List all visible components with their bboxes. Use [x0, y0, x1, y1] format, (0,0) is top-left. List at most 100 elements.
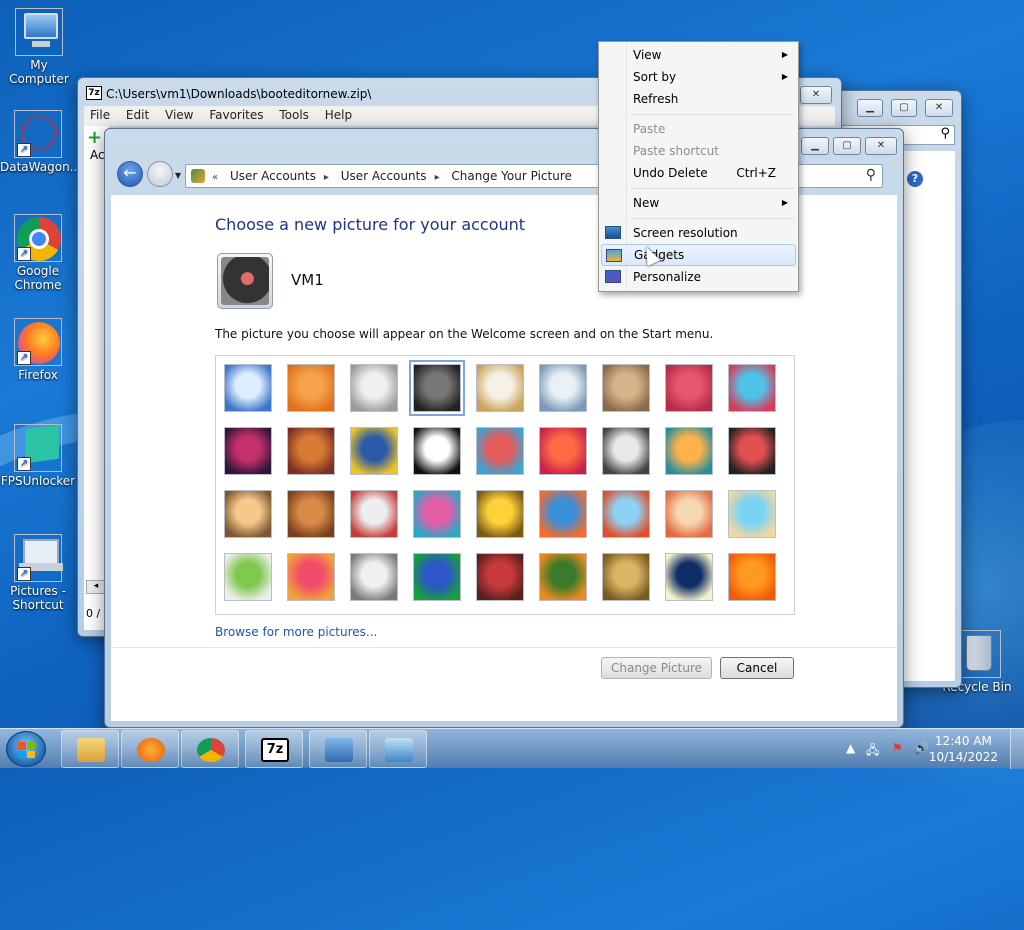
menu-item-undo-delete[interactable]: Undo Delete Ctrl+Z [601, 162, 796, 184]
close-button[interactable]: ✕ [925, 99, 953, 117]
picture-turntable[interactable] [409, 360, 465, 416]
menu-help[interactable]: Help [319, 106, 358, 122]
picture-kitten[interactable] [602, 364, 650, 412]
breadcrumb-user-accounts-2[interactable]: User Accounts [341, 169, 427, 183]
action-center-icon[interactable]: ⚑ [892, 741, 903, 755]
picture-sailboat[interactable] [728, 490, 776, 538]
picture-border-collie[interactable] [413, 427, 461, 475]
menu-favorites[interactable]: Favorites [203, 106, 269, 122]
picture-silk[interactable] [287, 553, 335, 601]
picture-daisy[interactable] [728, 553, 776, 601]
picture-doll[interactable] [665, 490, 713, 538]
picture-lighthouse[interactable] [665, 553, 713, 601]
desktop-icon-pictures-shortcut[interactable]: ↗ Pictures - Shortcut [0, 534, 76, 612]
picture-metal-jacks[interactable] [602, 427, 650, 475]
menu-view[interactable]: View [159, 106, 199, 122]
breadcrumb-user-accounts[interactable]: User Accounts [230, 169, 316, 183]
picture-list [215, 355, 795, 615]
forward-button[interactable] [147, 161, 173, 187]
menu-tools[interactable]: Tools [273, 106, 315, 122]
network-icon[interactable]: 🖧 [866, 741, 879, 762]
menu-file[interactable]: File [84, 106, 116, 122]
picture-basket[interactable] [602, 553, 650, 601]
picture-lucky-cat[interactable] [476, 364, 524, 412]
cancel-button[interactable]: Cancel [720, 657, 794, 679]
picture-robot-toy[interactable] [350, 364, 398, 412]
desktop-icon-google-chrome[interactable]: ↗ Google Chrome [0, 214, 76, 292]
close-button[interactable]: ✕ [800, 86, 832, 104]
desktop-icon-firefox[interactable]: ↗ Firefox [0, 318, 76, 382]
picture-starfish[interactable] [287, 364, 335, 412]
menu-item-sort-by[interactable]: Sort by ▶ [601, 66, 796, 88]
picture-fabric[interactable] [287, 427, 335, 475]
scroll-left-button[interactable]: ◂ [86, 580, 106, 594]
search-icon[interactable]: ⚲ [866, 167, 876, 183]
taskbar-file-explorer[interactable] [61, 730, 119, 768]
taskbar-7zip[interactable]: 7z [245, 730, 303, 768]
picture-butterfly[interactable] [539, 553, 587, 601]
turntable-picture [221, 257, 269, 305]
browse-more-pictures-link[interactable]: Browse for more pictures... [215, 625, 377, 639]
minimize-button[interactable]: ▁ [857, 99, 883, 117]
close-button[interactable]: ✕ [865, 137, 897, 155]
picture-marbles[interactable] [350, 553, 398, 601]
picture-balloon[interactable] [602, 490, 650, 538]
maximize-button[interactable]: ▢ [891, 99, 917, 117]
menu-item-new[interactable]: New ▶ [601, 192, 796, 214]
picture-window[interactable] [413, 553, 461, 601]
control-panel-icon [325, 738, 353, 762]
picture-leaf[interactable] [350, 427, 398, 475]
computer-icon [15, 8, 63, 56]
menu-edit[interactable]: Edit [120, 106, 155, 122]
submenu-arrow-icon: ▶ [781, 50, 788, 59]
picture-sunflower[interactable] [476, 490, 524, 538]
picture-scarf[interactable] [413, 490, 461, 538]
taskbar-control-panel[interactable] [309, 730, 367, 768]
picture-stairs[interactable] [665, 427, 713, 475]
shortcut-arrow-icon: ↗ [17, 247, 31, 261]
menu-item-gadgets[interactable]: Gadgets [601, 244, 796, 266]
picture-star-lantern[interactable] [539, 427, 587, 475]
taskbar-media-player[interactable] [121, 730, 179, 768]
desktop-icon-fpsunlocker[interactable]: ↗ FPSUnlocker [0, 424, 76, 488]
picture-tin-robot[interactable] [350, 490, 398, 538]
picture-rollercoaster[interactable] [224, 364, 272, 412]
recent-pages-dropdown[interactable]: ▼ [175, 171, 183, 180]
maximize-button[interactable]: ▢ [833, 137, 861, 155]
taskbar-chrome[interactable] [181, 730, 239, 768]
menu-item-screen-resolution[interactable]: Screen resolution [601, 222, 796, 244]
picture-flower[interactable] [665, 364, 713, 412]
desktop-icon-datawagon[interactable]: ↗ DataWagon... [0, 110, 81, 174]
taskbar-pictures[interactable] [369, 730, 427, 768]
change-picture-button[interactable]: Change Picture [601, 657, 712, 679]
picture-paper-crane[interactable] [728, 427, 776, 475]
clock[interactable]: 12:40 AM 10/14/2022 [929, 733, 998, 765]
picture-ball[interactable] [224, 427, 272, 475]
menu-item-paste-shortcut[interactable]: Paste shortcut [601, 140, 796, 162]
page-title: Choose a new picture for your account [215, 215, 526, 234]
picture-fish[interactable] [539, 490, 587, 538]
help-icon[interactable]: ? [907, 171, 923, 187]
picture-guitar[interactable] [224, 490, 272, 538]
menu-item-personalize[interactable]: Personalize [601, 266, 796, 288]
picture-gyroscope[interactable] [539, 364, 587, 412]
picture-pinwheel[interactable] [728, 364, 776, 412]
menu-item-paste[interactable]: Paste [601, 118, 796, 140]
menu-item-refresh[interactable]: Refresh [601, 88, 796, 110]
volume-icon[interactable]: 🔊 [914, 741, 929, 755]
show-desktop-button[interactable] [1010, 729, 1024, 769]
start-button[interactable] [6, 731, 46, 767]
add-icon[interactable]: + [87, 129, 103, 147]
picture-pomeranian[interactable] [287, 490, 335, 538]
desktop-context-menu: View ▶ Sort by ▶ Refresh Paste Paste short… [598, 41, 799, 292]
picture-crayons[interactable] [476, 427, 524, 475]
breadcrumb-change-your-picture[interactable]: Change Your Picture [451, 169, 571, 183]
minimize-button[interactable]: ▁ [801, 137, 829, 155]
gadgets-icon [606, 249, 622, 262]
desktop-icon-my-computer[interactable]: My Computer [1, 8, 77, 86]
picture-soccer-ball[interactable] [224, 553, 272, 601]
back-button[interactable]: ← [117, 161, 143, 187]
show-hidden-icons-button[interactable]: ▲ [846, 741, 855, 755]
picture-textile[interactable] [476, 553, 524, 601]
menu-item-view[interactable]: View ▶ [601, 44, 796, 66]
